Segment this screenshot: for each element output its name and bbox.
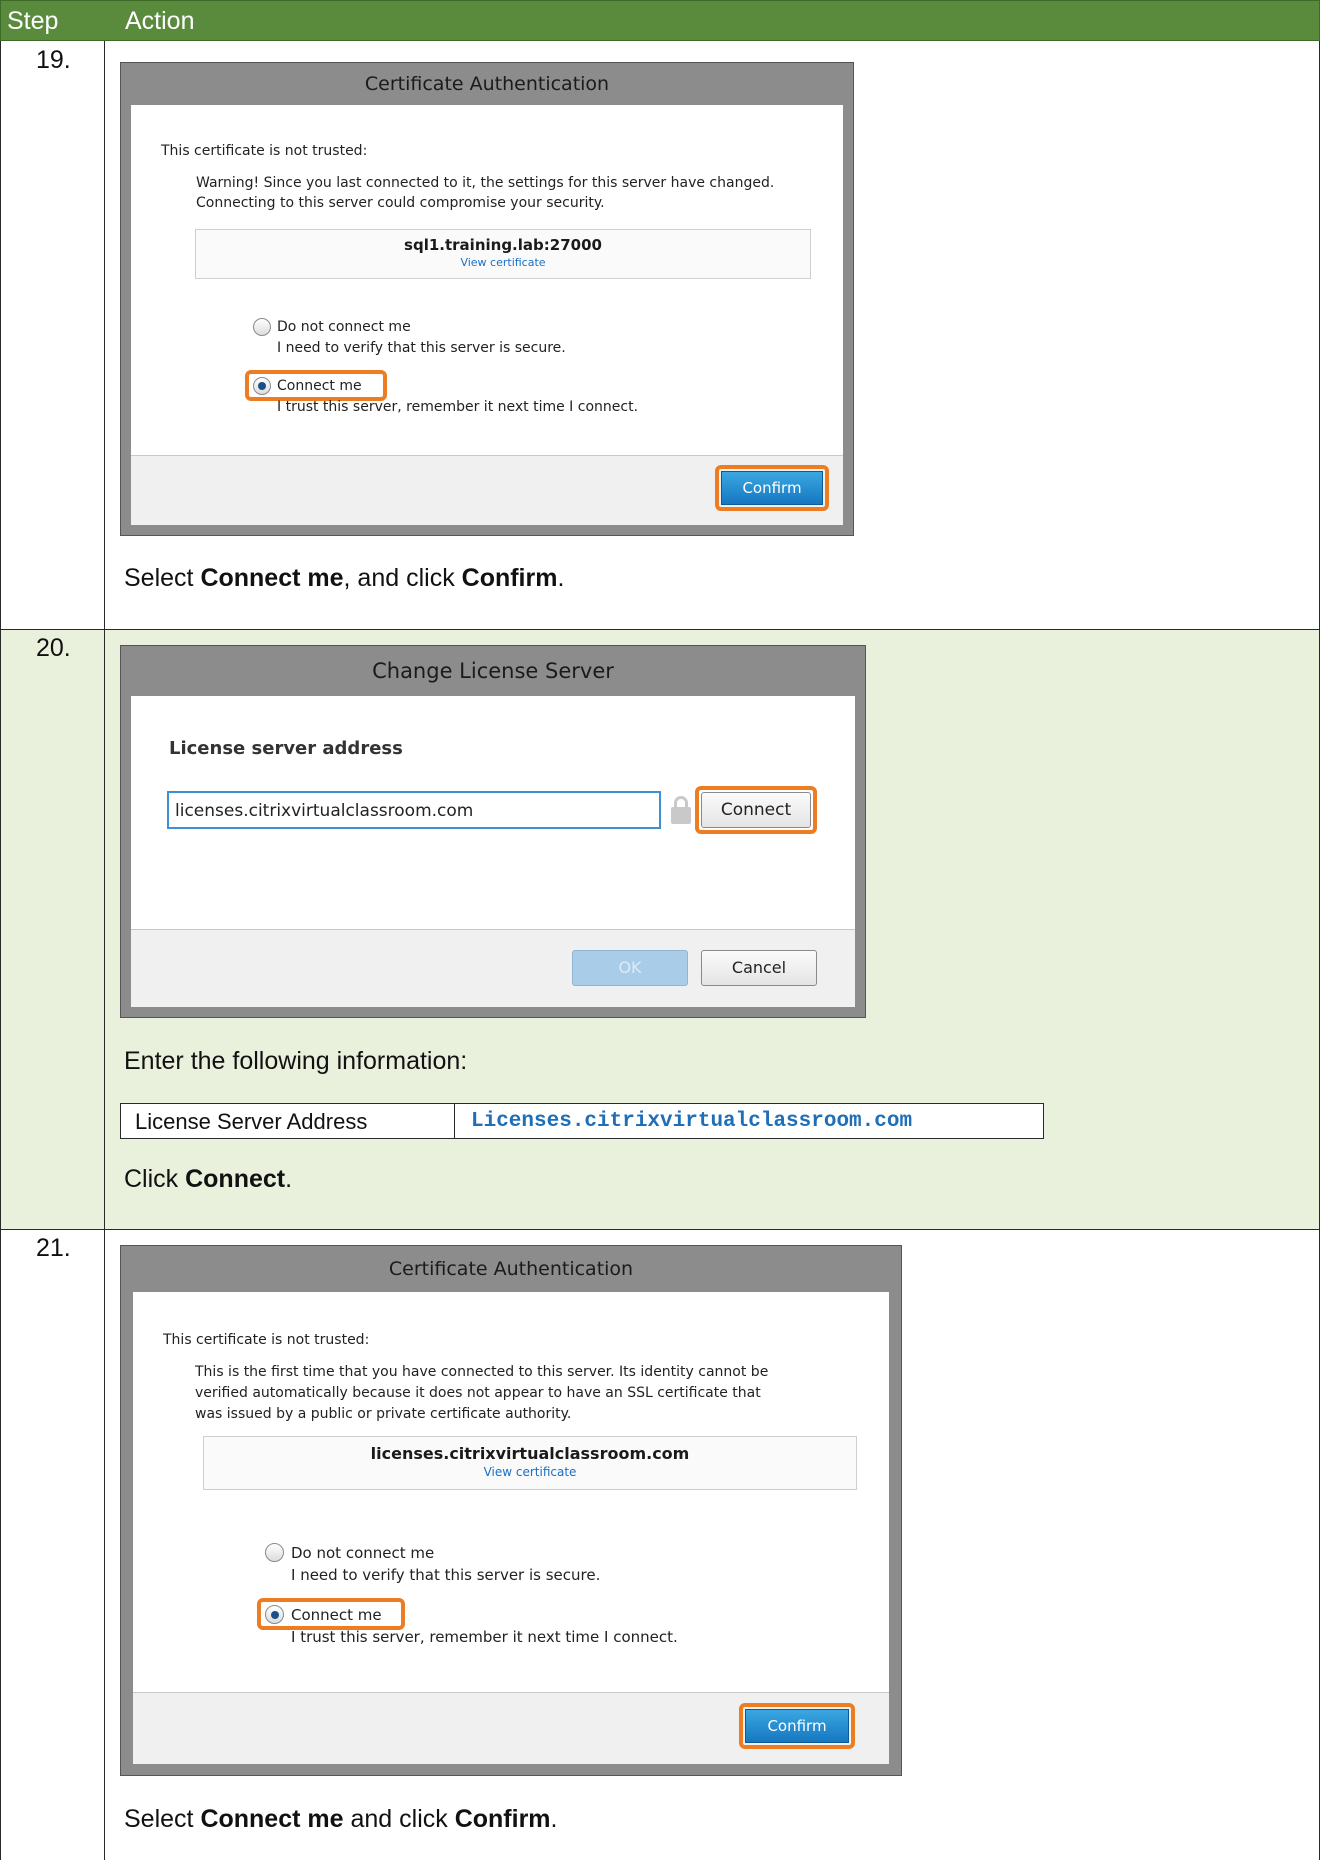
- server-host: sql1.training.lab:27000: [404, 236, 602, 254]
- connect-button[interactable]: Connect: [701, 792, 811, 828]
- not-trusted-label: This certificate is not trusted:: [163, 1332, 370, 1348]
- warning-line: This is the first time that you have con…: [195, 1364, 769, 1380]
- warning-line: Connecting to this server could compromi…: [196, 195, 605, 211]
- row-divider: [0, 1229, 1320, 1230]
- address-input-value: licenses.citrixvirtualclassroom.com: [175, 801, 474, 821]
- server-box: licenses.citrixvirtualclassroom.com View…: [203, 1436, 857, 1490]
- certificate-dialog: Certificate Authentication This certific…: [120, 62, 854, 536]
- step-number: 19.: [36, 46, 71, 74]
- not-trusted-label: This certificate is not trusted:: [161, 143, 368, 159]
- dialog-footer: OK Cancel: [131, 929, 855, 1007]
- column-divider: [104, 41, 105, 1860]
- option-do-not-connect-desc: I need to verify that this server is sec…: [291, 1566, 601, 1584]
- address-label: License server address: [169, 738, 403, 759]
- confirm-button[interactable]: Confirm: [745, 1709, 849, 1743]
- warning-line: verified automatically because it does n…: [195, 1385, 761, 1401]
- option-connect-me-label[interactable]: Connect me: [291, 1606, 382, 1624]
- option-do-not-connect-label[interactable]: Do not connect me: [277, 319, 411, 335]
- option-do-not-connect-label[interactable]: Do not connect me: [291, 1544, 434, 1562]
- header-step: Step: [7, 7, 59, 35]
- dialog-title: Certificate Authentication: [364, 73, 610, 95]
- warning-line: Warning! Since you last connected to it,…: [196, 175, 775, 191]
- dialog-footer: Confirm: [133, 1692, 889, 1764]
- warning-line: was issued by a public or private certif…: [195, 1406, 572, 1422]
- radio-do-not-connect[interactable]: [265, 1543, 284, 1562]
- info-table: License Server Address Licenses.citrixvi…: [120, 1103, 1044, 1139]
- table-header: Step Action: [0, 0, 1320, 41]
- dialog-body: This certificate is not trusted: Warning…: [131, 105, 843, 455]
- option-connect-me-label[interactable]: Connect me: [277, 378, 362, 394]
- instruction-text: Select Connect me, and click Confirm.: [124, 564, 565, 592]
- confirm-button[interactable]: Confirm: [721, 471, 823, 505]
- dialog-footer: Confirm: [131, 455, 843, 525]
- row-divider: [0, 629, 1320, 630]
- dialog-body: This certificate is not trusted: This is…: [133, 1292, 889, 1692]
- table-border-left: [0, 41, 1, 1860]
- option-connect-me-desc: I trust this server, remember it next ti…: [277, 399, 639, 415]
- instruction-text: Select Connect me and click Confirm.: [124, 1805, 558, 1833]
- view-certificate-link[interactable]: View certificate: [196, 256, 810, 269]
- step-number: 21.: [36, 1234, 71, 1262]
- dialog-body: License server address licenses.citrixvi…: [131, 696, 855, 929]
- certificate-dialog: Certificate Authentication This certific…: [120, 1245, 902, 1776]
- info-table-label: License Server Address: [135, 1109, 368, 1134]
- header-action: Action: [125, 7, 195, 35]
- radio-do-not-connect[interactable]: [253, 318, 271, 336]
- step-number: 20.: [36, 634, 71, 662]
- info-table-label-cell: License Server Address: [121, 1104, 455, 1138]
- server-host: licenses.citrixvirtualclassroom.com: [370, 1444, 690, 1463]
- option-connect-me-desc: I trust this server, remember it next ti…: [291, 1628, 678, 1646]
- dialog-title: Certificate Authentication: [388, 1258, 634, 1280]
- address-input[interactable]: licenses.citrixvirtualclassroom.com: [167, 791, 661, 829]
- info-table-value: Licenses.citrixvirtualclassroom.com: [471, 1110, 913, 1133]
- option-do-not-connect-desc: I need to verify that this server is sec…: [277, 340, 566, 356]
- cancel-button[interactable]: Cancel: [701, 950, 817, 986]
- dialog-title: Change License Server: [372, 659, 614, 683]
- ok-button[interactable]: OK: [572, 950, 688, 986]
- license-server-dialog: Change License Server License server add…: [120, 645, 866, 1018]
- view-certificate-link[interactable]: View certificate: [204, 1465, 856, 1479]
- radio-connect-me[interactable]: [265, 1605, 284, 1624]
- server-box: sql1.training.lab:27000 View certificate: [195, 229, 811, 279]
- intro-text: Enter the following information:: [124, 1047, 468, 1075]
- radio-connect-me[interactable]: [253, 377, 271, 395]
- instruction-text: Click Connect.: [124, 1165, 293, 1193]
- lock-icon: [671, 796, 691, 824]
